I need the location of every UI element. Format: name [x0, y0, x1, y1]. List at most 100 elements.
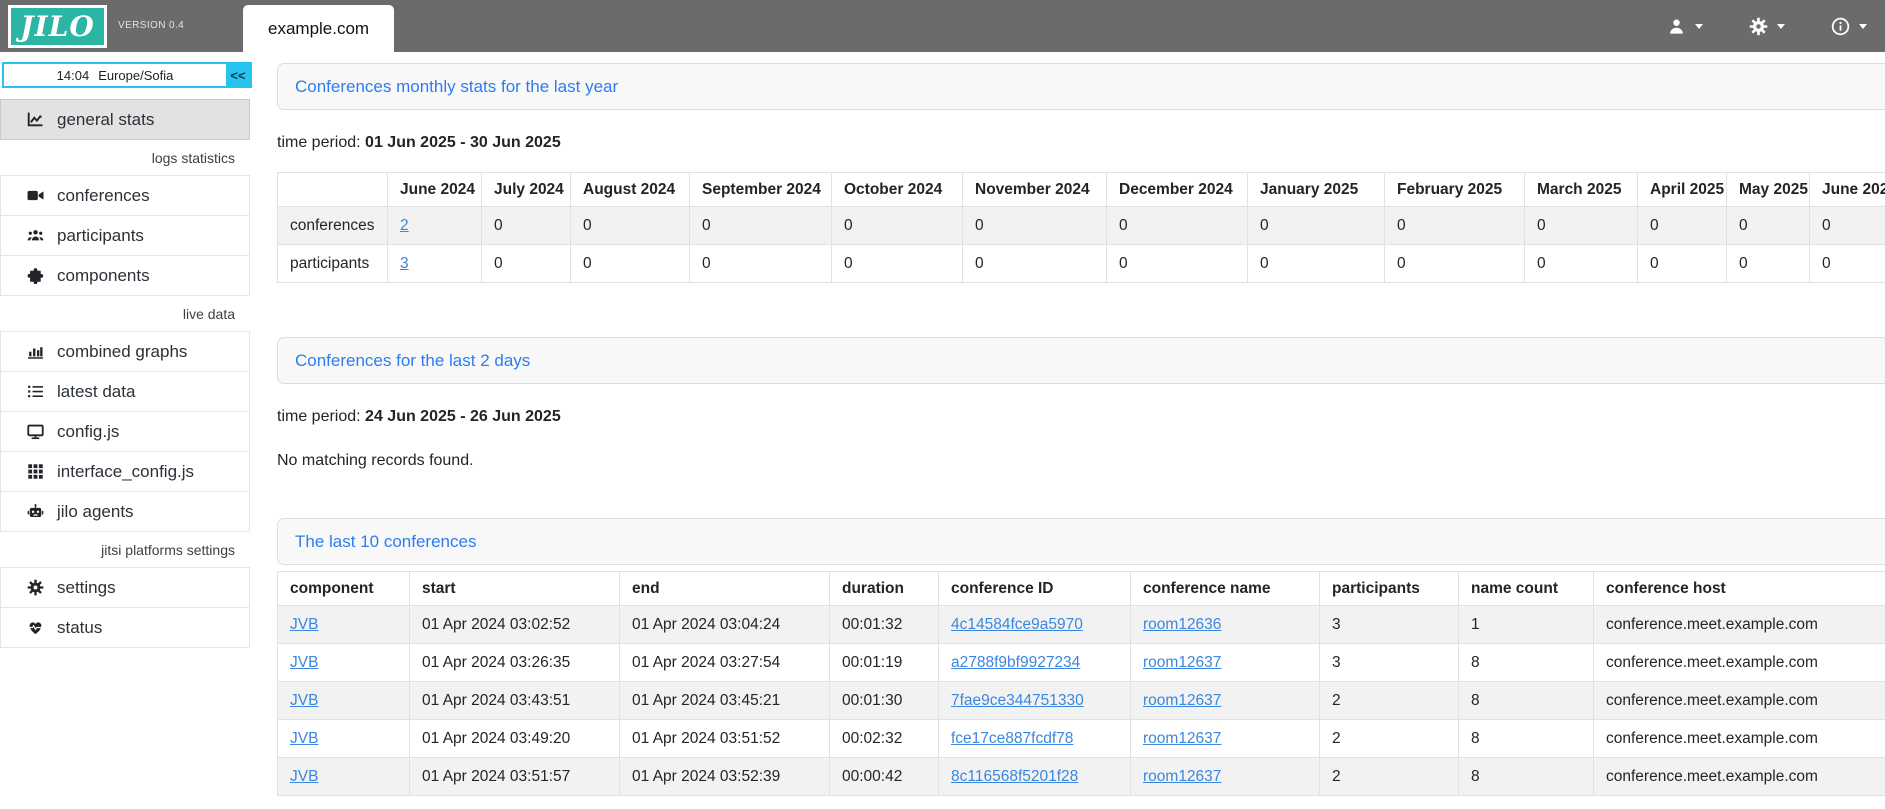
conf-cell: room12637: [1131, 644, 1320, 682]
conf-cell: 8: [1459, 644, 1594, 682]
sidebar-item-status[interactable]: status: [0, 607, 250, 648]
clock-text: 14:04 Europe/Sofia: [4, 64, 226, 86]
conf-cell: fce17ce887fcdf78: [939, 720, 1131, 758]
participants-count-link[interactable]: 3: [400, 255, 409, 272]
puzzle-icon: [27, 267, 44, 284]
sidebar-item-combined-graphs[interactable]: combined graphs: [0, 331, 250, 372]
no-records-message: No matching records found.: [277, 452, 1885, 470]
sidebar-item-label: general stats: [57, 110, 154, 130]
table-row: JVB01 Apr 2024 03:26:3501 Apr 2024 03:27…: [278, 644, 1885, 682]
monthly-col-header: December 2024: [1107, 173, 1248, 207]
sidebar-item-config-js[interactable]: config.js: [0, 411, 250, 452]
monthly-col-header: May 2025: [1727, 173, 1810, 207]
user-menu[interactable]: [1667, 17, 1703, 36]
conf-cell: 01 Apr 2024 03:45:21: [620, 682, 830, 720]
sidebar-item-latest-data[interactable]: latest data: [0, 371, 250, 412]
component-link[interactable]: JVB: [290, 616, 318, 633]
conf-cell: 8c116568f5201f28: [939, 758, 1131, 796]
conference-id-link[interactable]: a2788f9bf9927234: [951, 654, 1080, 671]
gear-icon: [27, 579, 44, 596]
monthly-cell: 0: [1810, 207, 1885, 245]
conf-cell: conference.meet.example.com: [1594, 606, 1885, 644]
conf-cell: JVB: [278, 720, 410, 758]
conference-id-link[interactable]: 4c14584fce9a5970: [951, 616, 1083, 633]
sidebar-item-label: settings: [57, 578, 116, 598]
conference-name-link[interactable]: room12637: [1143, 654, 1221, 671]
monthly-cell: 0: [1727, 207, 1810, 245]
conf-col-header: conference host: [1594, 572, 1885, 606]
monthly-stats-table: June 2024July 2024August 2024September 2…: [277, 172, 1885, 283]
conference-name-link[interactable]: room12637: [1143, 730, 1221, 747]
sidebar-nav: general statslogs statisticsconferencesp…: [0, 99, 252, 648]
grid-icon: [27, 463, 44, 480]
section-title-monthly-stats: Conferences monthly stats for the last y…: [277, 63, 1885, 110]
monthly-col-header: [278, 173, 388, 207]
users-icon: [27, 227, 44, 244]
clock-timezone: Europe/Sofia: [98, 68, 173, 83]
sidebar-item-settings[interactable]: settings: [0, 567, 250, 608]
component-link[interactable]: JVB: [290, 730, 318, 747]
conf-cell: 8: [1459, 682, 1594, 720]
monthly-col-header: January 2025: [1248, 173, 1385, 207]
last2days-time-period-label: time period:: [277, 408, 361, 425]
conf-cell: 01 Apr 2024 03:43:51: [410, 682, 620, 720]
component-link[interactable]: JVB: [290, 768, 318, 785]
list-icon: [27, 383, 44, 400]
conference-name-link[interactable]: room12637: [1143, 768, 1221, 785]
heart-pulse-icon: [27, 619, 44, 636]
monthly-col-header: September 2024: [690, 173, 832, 207]
last2days-time-period-value: 24 Jun 2025 - 26 Jun 2025: [365, 408, 561, 425]
monthly-cell: 0: [963, 207, 1107, 245]
sidebar-item-interface-config-js[interactable]: interface_config.js: [0, 451, 250, 492]
topbar: JILO VERSION 0.4 example.com: [0, 0, 1885, 52]
bar-chart-icon: [27, 343, 44, 360]
gear-icon: [1749, 17, 1768, 36]
sidebar-item-jilo-agents[interactable]: jilo agents: [0, 491, 250, 532]
monthly-col-header: February 2025: [1385, 173, 1525, 207]
monthly-col-header: March 2025: [1525, 173, 1638, 207]
conf-cell: 8: [1459, 758, 1594, 796]
sidebar-collapse-button[interactable]: <<: [226, 64, 250, 86]
monthly-cell: 0: [1727, 245, 1810, 283]
sidebar-item-label: components: [57, 266, 150, 286]
component-link[interactable]: JVB: [290, 692, 318, 709]
component-link[interactable]: JVB: [290, 654, 318, 671]
conference-name-link[interactable]: room12637: [1143, 692, 1221, 709]
conf-cell: conference.meet.example.com: [1594, 644, 1885, 682]
jilo-logo: JILO: [8, 5, 107, 48]
sidebar-item-label: participants: [57, 226, 144, 246]
last2days-time-period: time period: 24 Jun 2025 - 26 Jun 2025: [277, 408, 1885, 426]
conf-col-header: end: [620, 572, 830, 606]
conf-cell: 00:01:19: [830, 644, 939, 682]
sidebar-item-components[interactable]: components: [0, 255, 250, 296]
sidebar-item-general-stats[interactable]: general stats: [0, 99, 250, 140]
conference-id-link[interactable]: 8c116568f5201f28: [951, 768, 1078, 785]
conf-col-header: duration: [830, 572, 939, 606]
conf-col-header: start: [410, 572, 620, 606]
conference-id-link[interactable]: fce17ce887fcdf78: [951, 730, 1073, 747]
monthly-cell: 0: [963, 245, 1107, 283]
sidebar-item-participants[interactable]: participants: [0, 215, 250, 256]
sidebar-item-label: status: [57, 618, 102, 638]
conference-name-link[interactable]: room12636: [1143, 616, 1221, 633]
table-row: JVB 01 Apr 2024 03:43:5101 Apr 2024 03:45…: [278, 682, 1885, 720]
conf-cell: conference.meet.example.com: [1594, 682, 1885, 720]
monthly-time-period: time period: 01 Jun 2025 - 30 Jun 2025: [277, 134, 1885, 152]
table-row: participants3000000000000: [278, 245, 1885, 283]
sidebar: 14:04 Europe/Sofia << general statslogs …: [0, 52, 252, 809]
sidebar-item-conferences[interactable]: conferences: [0, 175, 250, 216]
conferences-count-link[interactable]: 2: [400, 217, 409, 234]
logo-text: JILO: [20, 10, 94, 43]
sidebar-section-jitsi-platforms-settings: jitsi platforms settings: [0, 532, 250, 568]
site-tab[interactable]: example.com: [243, 5, 394, 52]
monthly-cell: 0: [690, 245, 832, 283]
monthly-cell: 0: [482, 207, 571, 245]
monthly-col-header: November 2024: [963, 173, 1107, 207]
sidebar-item-label: latest data: [57, 382, 135, 402]
row-label: conferences: [278, 207, 388, 245]
sidebar-item-label: interface_config.js: [57, 462, 194, 482]
info-menu[interactable]: [1831, 17, 1867, 36]
settings-menu[interactable]: [1749, 17, 1785, 36]
conf-cell: 00:01:32: [830, 606, 939, 644]
conference-id-link[interactable]: 7fae9ce344751330: [951, 692, 1084, 709]
